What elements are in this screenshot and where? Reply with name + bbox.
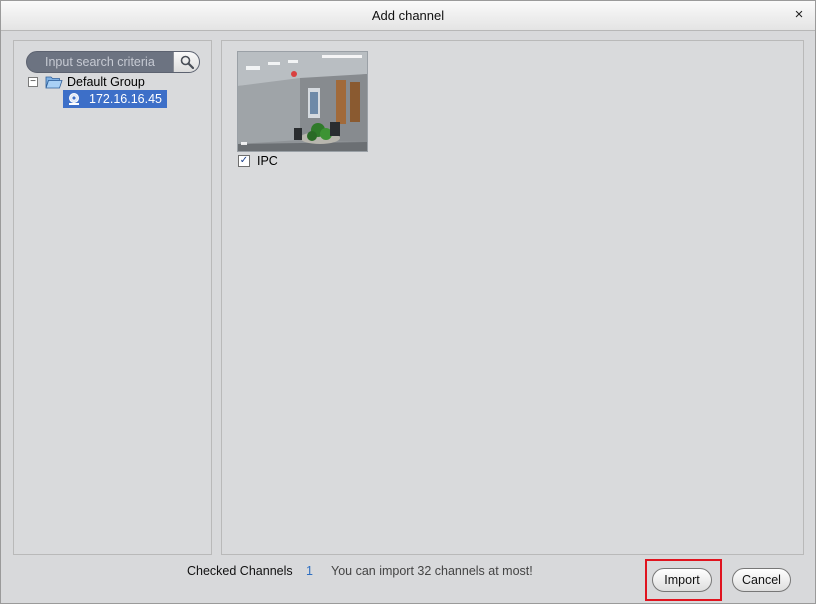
- channel-thumbnail[interactable]: [237, 51, 368, 152]
- close-icon[interactable]: ×: [791, 6, 807, 24]
- checked-channels-label: Checked Channels: [187, 564, 293, 578]
- import-limit-message: You can import 32 channels at most!: [331, 564, 533, 578]
- camera-snapshot-image: [238, 52, 367, 151]
- add-channel-dialog: Add channel × − Default Group: [0, 0, 816, 604]
- device-icon: [69, 93, 79, 105]
- cancel-button[interactable]: Cancel: [732, 568, 791, 592]
- magnifier-icon: [180, 55, 194, 69]
- search-button[interactable]: [173, 52, 199, 72]
- dialog-title: Add channel: [371, 8, 445, 23]
- import-button[interactable]: Import: [652, 568, 712, 592]
- tree-group-default[interactable]: − Default Group: [28, 73, 145, 91]
- search-input[interactable]: [27, 52, 173, 72]
- search-box: [26, 51, 200, 73]
- open-folder-icon: [45, 76, 63, 89]
- device-tree-panel: − Default Group 172.16.16.45: [13, 40, 212, 555]
- checked-channels-count: 1: [306, 564, 313, 578]
- device-label: 172.16.16.45: [89, 92, 162, 106]
- group-label: Default Group: [67, 75, 145, 89]
- tree-device-item[interactable]: 172.16.16.45: [63, 90, 167, 108]
- channel-label: IPC: [257, 154, 278, 168]
- channel-checkbox[interactable]: ✓: [238, 155, 250, 167]
- channel-panel: ✓ IPC: [221, 40, 804, 555]
- collapse-icon[interactable]: −: [28, 77, 38, 87]
- title-bar: Add channel ×: [1, 1, 815, 31]
